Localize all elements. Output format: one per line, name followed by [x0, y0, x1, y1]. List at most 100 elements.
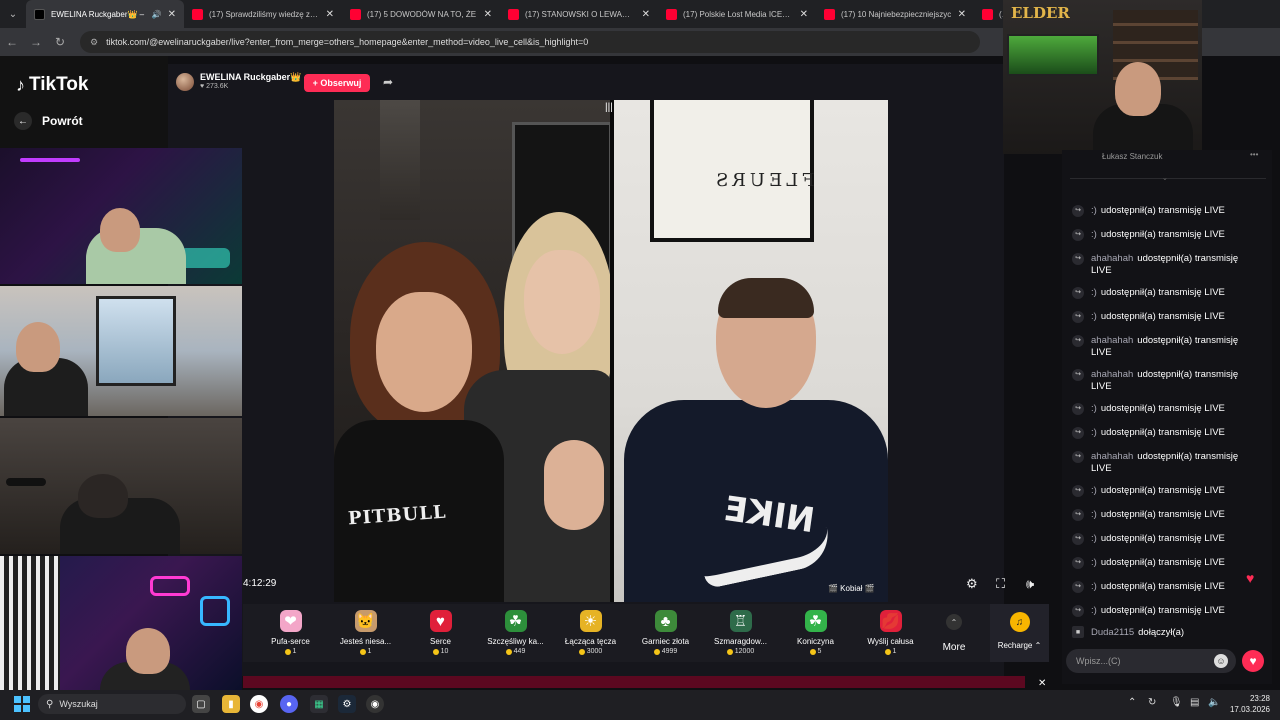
chevron-down-icon[interactable]: ⌄ [1162, 174, 1168, 182]
search-icon: ⚲ [46, 698, 54, 710]
close-icon[interactable]: ✕ [1038, 678, 1046, 689]
chrome-icon[interactable]: ◉ [250, 695, 268, 713]
obs-icon[interactable]: ◉ [366, 695, 384, 713]
discord-icon[interactable]: ● [280, 695, 298, 713]
gift-price-value: 3000 [586, 648, 603, 655]
chat-username[interactable]: :) [1091, 509, 1097, 520]
gift-price-value: 5 [817, 648, 822, 655]
chat-username[interactable]: :) [1091, 605, 1097, 616]
person-head [126, 628, 170, 674]
taskbar-search[interactable]: ⚲ Wyszukaj [38, 694, 186, 714]
chat-username[interactable]: :) [1091, 533, 1097, 544]
more-icon[interactable]: ••• [1250, 150, 1258, 159]
microphone-icon[interactable]: 🎙 [1170, 697, 1183, 708]
chat-username[interactable]: ahahahah [1091, 369, 1133, 380]
gift-item[interactable]: ☘ Koniczyna 5 [778, 604, 853, 662]
speaker-icon[interactable]: 🔈 [1208, 697, 1220, 708]
windows-start-icon[interactable] [14, 696, 30, 712]
url-text: tiktok.com/@ewelinaruckgaber/live?enter_… [106, 37, 589, 47]
url-field[interactable]: ⚙ tiktok.com/@ewelinaruckgaber/live?ente… [80, 31, 980, 53]
promo-banner[interactable] [243, 676, 1025, 688]
gift-item[interactable]: 💋 Wyślij całusa 1 [853, 604, 928, 662]
browser-tab[interactable]: (17) Sprawdziliśmy wiedzę z ma ✕ [184, 0, 342, 28]
settings-icon[interactable]: ⚙ [966, 576, 978, 592]
chat-username[interactable]: :) [1091, 427, 1097, 438]
like-heart-button[interactable]: ♥ [1242, 650, 1264, 672]
tab-close-icon[interactable]: ✕ [326, 9, 334, 20]
tab-close-icon[interactable]: ✕ [800, 9, 808, 20]
tab-close-icon[interactable]: ✕ [642, 9, 650, 20]
chat-username[interactable]: :) [1091, 557, 1097, 568]
chat-username[interactable]: ahahahah [1091, 335, 1133, 346]
forward-arrow-icon[interactable]: → [24, 35, 48, 49]
chat-username[interactable]: :) [1091, 205, 1097, 216]
coin-icon [578, 648, 585, 655]
volume-icon[interactable]: 🕪 [1026, 576, 1034, 592]
gift-item[interactable]: ☀ Łącząca tęcza 3000 [553, 604, 628, 662]
sync-icon[interactable]: ↻ [1148, 697, 1156, 708]
back-arrow-icon[interactable]: ← [0, 35, 24, 49]
follow-button[interactable]: + Obserwuj [304, 74, 370, 92]
network-icon[interactable]: ▤ [1190, 697, 1199, 708]
gift-item[interactable]: ☘ Szczęśliwy ka... 449 [478, 604, 553, 662]
join-text: dołączył(a) [1138, 626, 1185, 638]
share-icon: ↪ [1072, 369, 1084, 381]
gift-price: 3000 [578, 648, 603, 655]
tab-close-icon[interactable]: ✕ [484, 9, 492, 20]
chat-username[interactable]: :) [1091, 581, 1097, 592]
gift-name: Łącząca tęcza [564, 637, 617, 646]
chat-username[interactable]: :) [1091, 229, 1097, 240]
back-button[interactable]: ← Powrót [14, 112, 83, 130]
chat-username[interactable]: :) [1091, 311, 1097, 322]
task-view-icon[interactable]: ▢ [192, 695, 210, 713]
chat-join-message: ■ Duda2115 dołączył(a) [1072, 626, 1184, 638]
tray-chevron-icon[interactable]: ⌃ [1128, 697, 1136, 708]
tab-search-icon[interactable]: ⌄ [0, 0, 26, 28]
browser-tab[interactable]: (17) STANOWSKI O LEWANDO ✕ [500, 0, 658, 28]
reload-icon[interactable]: ↻ [48, 35, 72, 49]
file-explorer-icon[interactable]: ▮ [222, 695, 240, 713]
host-avatar[interactable] [176, 72, 194, 91]
join-username[interactable]: Duda2115 [1091, 627, 1134, 638]
chat-message: ↪ ahahahah udostępnił(a) transmisję LIVE [1072, 335, 1258, 359]
browser-tab[interactable]: (17) 10 Najniebezpieczniejszyc ✕ [816, 0, 974, 28]
share-icon: ↪ [1072, 605, 1084, 617]
tab-audio-icon[interactable]: 🔊 [152, 10, 162, 19]
youtube-icon [508, 8, 519, 20]
coin-icon: ♫ [1009, 612, 1030, 632]
recharge-button[interactable]: ♫ Recharge ⌃ [990, 604, 1049, 662]
app-icon[interactable]: ▦ [310, 695, 328, 713]
live-video[interactable]: PITBULL FLEURS NIKE ||| 🎬 Kobiał 🎬 [334, 100, 888, 602]
chat-username[interactable]: :) [1091, 403, 1097, 414]
browser-tab[interactable]: (17) Polskie Lost Media ICEBER ✕ [658, 0, 816, 28]
browser-tab[interactable]: EWELINA Ruckgaber👑 – 🔊 ✕ [26, 0, 184, 28]
gift-item[interactable]: 🐱 Jesteś niesa... 1 [328, 604, 403, 662]
chat-text: udostępnił(a) transmisję LIVE [1100, 311, 1225, 322]
chat-username[interactable]: :) [1091, 287, 1097, 298]
gift-item[interactable]: ♖ Szmaragdow... 12000 [703, 604, 778, 662]
chat-username[interactable]: :) [1091, 485, 1097, 496]
host-info[interactable]: EWELINA Ruckgaber👑 – ♥ 273.6K [176, 72, 309, 91]
site-info-icon[interactable]: ⚙ [90, 37, 98, 48]
chat-input[interactable] [1076, 656, 1206, 666]
tiktok-logo[interactable]: ♪ TikTok [16, 74, 88, 96]
tab-close-icon[interactable]: ✕ [958, 9, 966, 20]
gift-price: 12000 [726, 648, 754, 655]
gift-item[interactable]: ♥ Serce 10 [403, 604, 478, 662]
tab-close-icon[interactable]: ✕ [168, 9, 176, 20]
browser-tab[interactable]: (17) 5 DOWODÓW NA TO, ŻE ✕ [342, 0, 500, 28]
more-gifts-button[interactable]: ⌃ More [928, 604, 980, 662]
gift-item[interactable]: ♣ Garniec złota 4999 [628, 604, 703, 662]
chat-username[interactable]: ahahahah [1091, 253, 1133, 264]
fullscreen-icon[interactable]: ⛶ [996, 576, 1005, 592]
chat-message-body: ahahahah udostępnił(a) transmisję LIVE [1091, 451, 1258, 475]
share-icon[interactable]: ➦ [383, 75, 393, 89]
chat-message-body: :) udostępnił(a) transmisję LIVE [1091, 557, 1225, 569]
share-icon: ↪ [1072, 451, 1084, 463]
emoji-icon[interactable]: ☺ [1214, 654, 1228, 668]
chat-input-box[interactable] [1066, 649, 1236, 673]
steam-icon[interactable]: ⚙ [338, 695, 356, 713]
chat-username[interactable]: ahahahah [1091, 451, 1133, 462]
taskbar-clock[interactable]: 23:28 17.03.2026 [1228, 693, 1270, 715]
gift-item[interactable]: ❤ Pufa-serce 1 [253, 604, 328, 662]
